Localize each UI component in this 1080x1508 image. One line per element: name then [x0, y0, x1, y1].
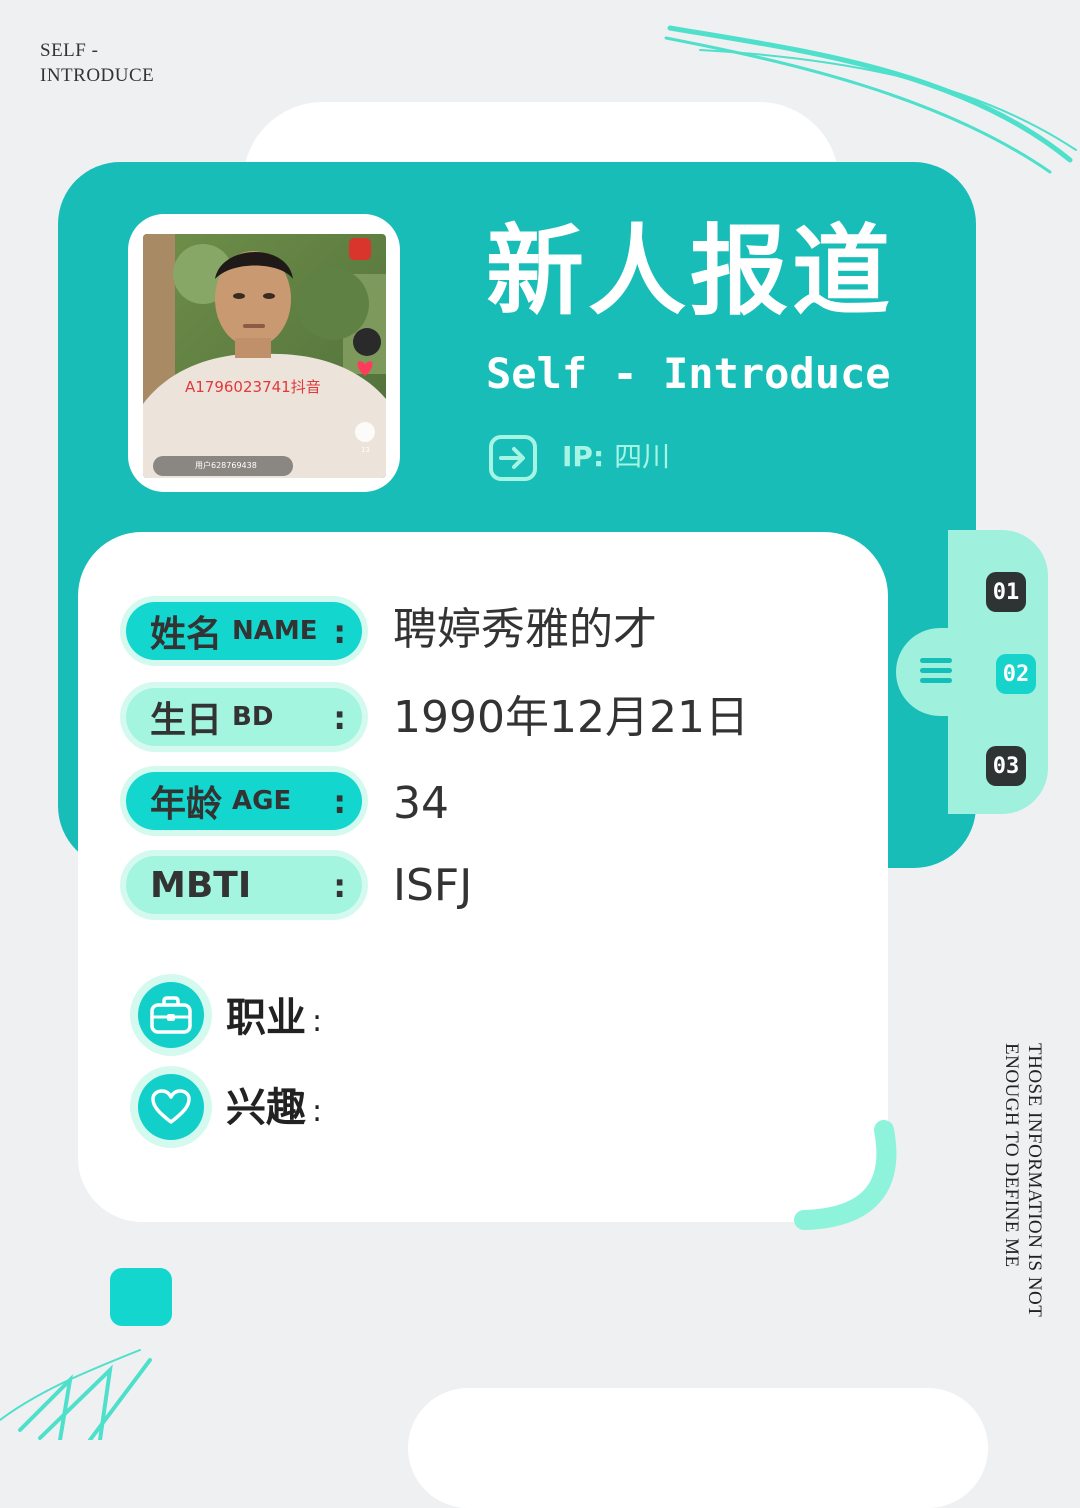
occupation-text: 职业: [226, 995, 306, 1041]
field-colon: :: [333, 613, 346, 651]
corner-label: SELF - INTRODUCE: [40, 40, 155, 86]
field-label-cn: 姓名: [150, 614, 223, 655]
avatar: A1796023741抖音 用户628769438 13: [143, 234, 386, 478]
menu-icon[interactable]: [918, 655, 956, 687]
vertical-note: THOSE INFORMATION IS NOT ENOUGH TO DEFIN…: [1001, 1043, 1045, 1317]
hobby-label: 兴趣:: [226, 1080, 322, 1140]
nav-item-01[interactable]: 01: [986, 572, 1026, 612]
field-colon: :: [333, 699, 346, 737]
nav-item-03[interactable]: 03: [986, 746, 1026, 786]
ip-label: IP:: [562, 440, 605, 473]
avatar-photo: A1796023741抖音 用户628769438 13: [143, 234, 386, 478]
field-pill-name: 姓名 NAME :: [120, 596, 368, 666]
heart-icon: [151, 1089, 191, 1124]
photo-watermark: A1796023741抖音: [185, 378, 321, 396]
field-pill-birthday: 生日 BD :: [120, 682, 368, 752]
field-label-en: NAME: [232, 616, 318, 646]
bottom-tab-decoration: [408, 1388, 988, 1508]
name-value: 聘婷秀雅的才: [393, 604, 657, 655]
mbti-value: ISFJ: [393, 860, 473, 911]
decorative-block: [110, 1268, 172, 1326]
decorative-scribble-bottom: [0, 1349, 152, 1440]
field-colon: :: [333, 783, 346, 821]
hobby-icon-badge: [130, 1066, 212, 1148]
occupation-label: 职业:: [226, 990, 322, 1050]
field-label-cn: 年龄: [150, 784, 223, 825]
age-value: 34: [393, 778, 449, 829]
field-label-en: AGE: [232, 786, 292, 816]
occupation-colon: :: [312, 1004, 323, 1039]
hobby-colon: :: [312, 1094, 323, 1129]
field-colon: :: [333, 867, 346, 905]
briefcase-icon: [150, 996, 192, 1034]
page-title: 新人报道: [486, 215, 895, 329]
decorative-hook: [794, 1120, 897, 1230]
field-pill-age: 年龄 AGE :: [120, 766, 368, 836]
hobby-text: 兴趣: [226, 1085, 306, 1131]
photo-user-text: 用户628769438: [195, 460, 257, 470]
arrow-right-icon: [489, 435, 537, 481]
field-label-cn: MBTI: [150, 864, 252, 906]
field-pill-mbti: MBTI :: [120, 850, 368, 920]
field-label-en: BD: [232, 702, 274, 732]
occupation-icon-badge: [130, 974, 212, 1056]
nav-item-02[interactable]: 02: [996, 654, 1036, 694]
page-subtitle: Self - Introduce: [486, 349, 891, 398]
birthday-value: 1990年12月21日: [393, 692, 749, 743]
ip-location: IP: 四川: [562, 438, 670, 476]
field-label-cn: 生日: [150, 700, 223, 741]
photo-comment-count: 13: [361, 446, 370, 454]
ip-value: 四川: [614, 440, 671, 473]
